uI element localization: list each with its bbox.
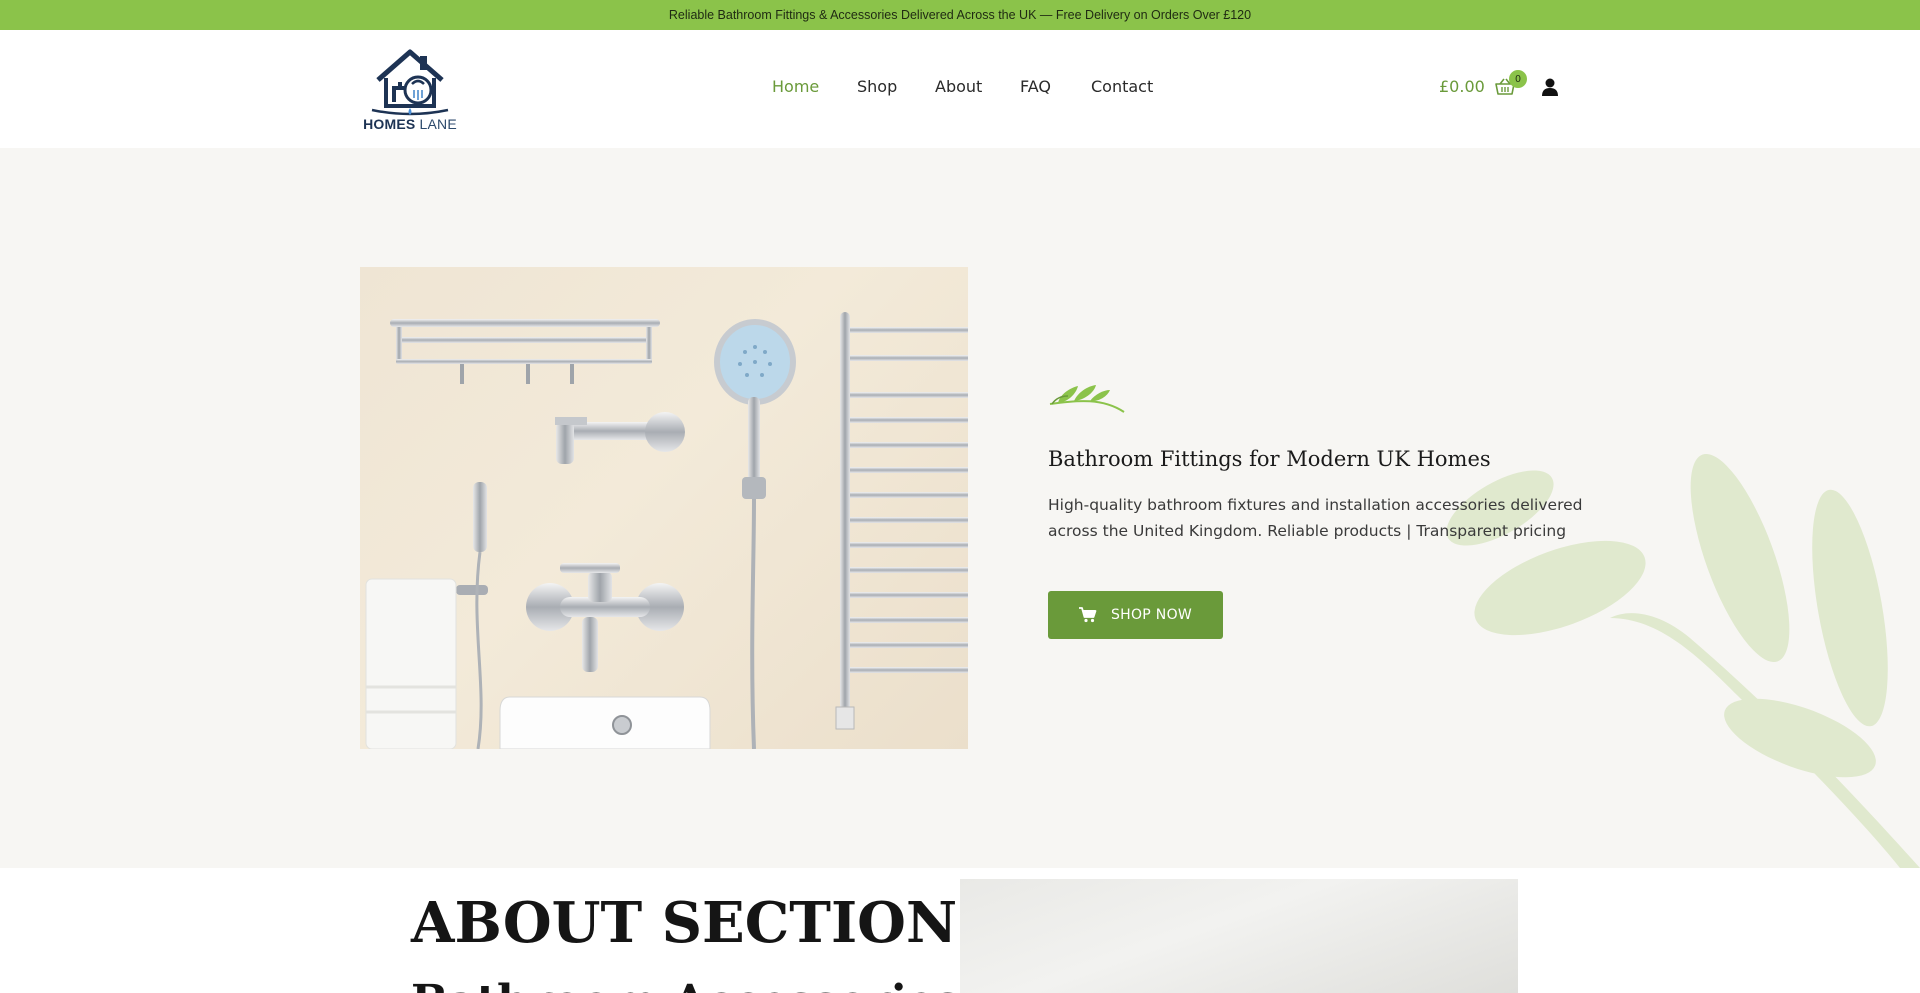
hero-title: Bathroom Fittings for Modern UK Homes: [1048, 447, 1491, 471]
nav-shop[interactable]: Shop: [857, 77, 897, 96]
cart-count-badge: 0: [1509, 70, 1527, 88]
nav-contact[interactable]: Contact: [1091, 77, 1153, 96]
about-image: [960, 879, 1518, 993]
brand-logo[interactable]: HOMES LANE: [360, 44, 460, 138]
house-logo-icon: [371, 49, 449, 116]
cart-total[interactable]: £0.00: [1439, 77, 1485, 96]
main-navigation: Home Shop About FAQ Contact: [0, 30, 1920, 148]
hero-description: High-quality bathroom fixtures and insta…: [1048, 496, 1583, 540]
nav-faq[interactable]: FAQ: [1020, 77, 1051, 96]
about-subtitle: Bathroom Accessories: [411, 976, 960, 993]
about-section: ABOUT SECTION Bathroom Accessories: [0, 868, 1920, 993]
nav-about[interactable]: About: [935, 77, 982, 96]
nav-home[interactable]: Home: [772, 77, 819, 96]
cart-icon: [1078, 607, 1097, 623]
announcement-bar: Reliable Bathroom Fittings & Accessories…: [0, 0, 1920, 30]
fixtures-illustration: [365, 312, 968, 749]
announcement-text: Reliable Bathroom Fittings & Accessories…: [668, 8, 1252, 22]
hero-section: Bathroom Fittings for Modern UK Homes Hi…: [0, 148, 1920, 868]
brand-wordmark: HOMES LANE: [360, 116, 460, 132]
about-title: ABOUT SECTION: [411, 890, 958, 956]
bathroom-fittings-image: [360, 267, 968, 749]
sprig-icon: [1049, 385, 1125, 413]
shop-now-button[interactable]: SHOP NOW: [1048, 591, 1223, 639]
user-icon[interactable]: [1540, 77, 1560, 97]
brand-name-primary: HOMES: [363, 116, 416, 132]
shop-now-label: SHOP NOW: [1110, 607, 1193, 623]
brand-name-secondary: LANE: [419, 116, 457, 132]
site-header: HOMES LANE Home Shop About FAQ Contact £…: [0, 30, 1920, 148]
